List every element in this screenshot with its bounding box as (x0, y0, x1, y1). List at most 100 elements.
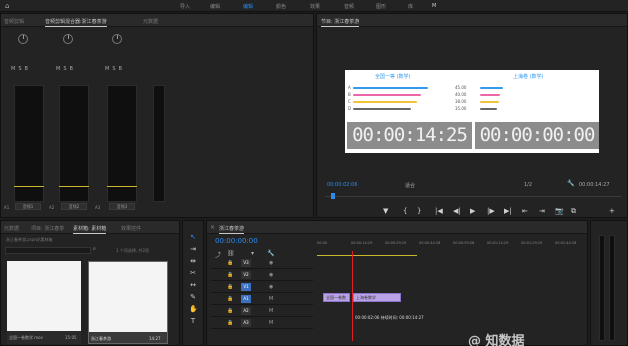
go-to-out-button[interactable]: ▶| (504, 207, 512, 215)
step-back-button[interactable]: ◀| (453, 207, 461, 215)
timeline-clip[interactable]: 上海卷数学 (353, 293, 401, 302)
lock-icon[interactable]: 🔒 (227, 296, 233, 302)
fader-a2[interactable] (59, 186, 89, 187)
linked-selection-icon[interactable]: ⛓ (227, 250, 235, 257)
record-a2[interactable]: B (70, 66, 76, 72)
track-id-a1[interactable]: A1 (241, 295, 251, 303)
ripple-edit-tool-icon[interactable]: ⇹ (189, 257, 197, 265)
slip-tool-icon[interactable]: ↔ (189, 281, 197, 289)
hand-tool-icon[interactable]: ✋ (189, 305, 198, 313)
lock-icon[interactable]: 🔒 (227, 260, 233, 266)
workspace-tab-graphics[interactable]: 图形 (376, 3, 386, 10)
tab-bin[interactable]: 素材箱: 素材箱 (73, 225, 107, 234)
workspace-tab-color[interactable]: 颜色 (276, 3, 286, 10)
record-a1[interactable]: B (25, 66, 31, 72)
bin-search-input[interactable] (5, 247, 91, 254)
fit-dropdown[interactable]: 适合 (405, 182, 415, 189)
track-header-v2[interactable]: 🔒 V2 ◉ (211, 270, 313, 281)
mute-icon[interactable]: M (269, 308, 273, 314)
channel-label-a1[interactable]: 音频1 (15, 203, 41, 210)
mark-out-button[interactable]: } (417, 207, 421, 215)
playhead-bar[interactable] (325, 193, 621, 199)
pan-knob-a3[interactable] (112, 34, 122, 44)
tab-metadata[interactable]: 元数据 (143, 18, 158, 25)
razor-tool-icon[interactable]: ✂ (189, 269, 197, 277)
clip-thumbnail-2[interactable]: 浙江春茶游 14:27 (88, 261, 168, 344)
fader-a1[interactable] (14, 186, 44, 187)
selection-tool-icon[interactable]: ↖ (189, 233, 197, 241)
workspace-tab-effects[interactable]: 效果 (310, 3, 320, 10)
track-header-a1[interactable]: 🔒 A1 M (211, 294, 313, 305)
eye-icon[interactable]: ◉ (269, 284, 273, 290)
lock-icon[interactable]: 🔒 (227, 272, 233, 278)
track-id-v3[interactable]: V3 (241, 259, 251, 267)
pen-tool-icon[interactable]: ✎ (189, 293, 197, 301)
workspace-tab-import[interactable]: 导入 (180, 3, 190, 10)
lift-button[interactable]: ⇤ (522, 207, 528, 215)
close-icon[interactable]: × (210, 224, 215, 231)
channel-label-a3[interactable]: 音频3 (109, 203, 135, 210)
msb-a1[interactable]: MSB (11, 66, 31, 72)
lock-icon[interactable]: 🔒 (227, 320, 233, 326)
workspace-tab-audio[interactable]: 音频 (344, 3, 354, 10)
playhead-marker[interactable] (331, 193, 335, 199)
marker-icon[interactable]: ▾ (251, 250, 254, 257)
play-button[interactable]: ▶ (470, 207, 475, 215)
tab-project[interactable]: 项目: 浙江春茶 (31, 225, 64, 232)
wrench-icon[interactable]: 🔧 (567, 180, 574, 187)
track-id-a2[interactable]: A2 (241, 307, 251, 315)
wrench-icon-2[interactable]: 🔧 (267, 250, 274, 257)
mute-icon[interactable]: M (269, 320, 273, 326)
msb-a2[interactable]: MSB (56, 66, 76, 72)
sequence-tab[interactable]: 浙江春茶游 (219, 225, 245, 234)
tab-metadata-2[interactable]: 元数据 (4, 225, 19, 232)
fader-a3[interactable] (107, 186, 137, 187)
pan-knob-a1[interactable] (18, 34, 28, 44)
tab-audio-clip[interactable]: 音频剪辑 (4, 18, 24, 25)
workspace-tab-library[interactable]: 库 (408, 3, 413, 10)
track-header-v1[interactable]: 🔒 V1 ◉ (211, 282, 313, 293)
track-id-v2[interactable]: V2 (241, 271, 251, 279)
time-ruler[interactable]: 00:00 00:00:14:29 00:00:29:29 00:00:44:28 00… (317, 239, 576, 253)
timeline-clip[interactable]: 全国一卷数 (323, 293, 350, 302)
lock-icon[interactable]: 🔒 (227, 284, 233, 290)
bar-row-right (480, 87, 503, 89)
tab-audio-clip-mixer[interactable]: 音频剪辑混合器:浙江春茶游 (45, 18, 107, 27)
step-forward-button[interactable]: |▶ (487, 207, 495, 215)
track-header-a2[interactable]: 🔒 A2 M (211, 306, 313, 317)
add-marker-button[interactable]: ▼ (383, 207, 388, 215)
track-id-v1[interactable]: V1 (241, 283, 251, 291)
ruler-tick-label: 00:01:29:29 (521, 241, 543, 245)
tab-effect-controls[interactable]: 效果控件 (121, 225, 141, 232)
record-a3[interactable]: B (119, 66, 125, 72)
clip-thumbnail-1[interactable]: 全国一卷数学.mov 15:05 (7, 261, 81, 344)
compare-button[interactable]: ⧉ (571, 207, 576, 215)
track-header-v3[interactable]: 🔒 V3 ◉ (211, 258, 313, 269)
mute-icon[interactable]: M (269, 296, 273, 302)
pan-knob-a2[interactable] (63, 34, 73, 44)
quality-dropdown[interactable]: 1/2 (524, 182, 532, 188)
msb-a3[interactable]: MSB (105, 66, 125, 72)
workspace-more[interactable]: M (432, 3, 436, 9)
type-tool-icon[interactable]: T (189, 317, 197, 325)
workspace-tab-edit-active[interactable]: 编辑 (243, 3, 253, 10)
extract-button[interactable]: ⇥ (539, 207, 545, 215)
program-current-timecode[interactable]: 00:00:02:06 (327, 182, 358, 188)
track-header-a3[interactable]: 🔒 A3 M (211, 318, 313, 329)
workspace-tab-edit-1[interactable]: 编辑 (210, 3, 220, 10)
lock-icon[interactable]: 🔒 (227, 308, 233, 314)
program-title[interactable]: 节目: 浙江春茶游 (321, 18, 360, 27)
work-area-bar[interactable] (317, 255, 417, 256)
go-to-in-button[interactable]: |◀ (435, 207, 443, 215)
timeline-current-timecode[interactable]: 00:00:00:00 (215, 237, 258, 245)
search-icon[interactable]: ⌕ (93, 246, 96, 252)
export-frame-button[interactable]: 📷 (555, 207, 564, 215)
channel-label-a2[interactable]: 音频2 (61, 203, 87, 210)
track-select-tool-icon[interactable]: ⇥ (189, 245, 197, 253)
eye-icon[interactable]: ◉ (269, 272, 273, 278)
home-icon[interactable]: ⌂ (5, 2, 9, 10)
add-button[interactable]: + (609, 207, 615, 215)
mark-in-button[interactable]: { (403, 207, 407, 215)
track-id-a3[interactable]: A3 (241, 319, 251, 327)
eye-icon[interactable]: ◉ (269, 260, 273, 266)
